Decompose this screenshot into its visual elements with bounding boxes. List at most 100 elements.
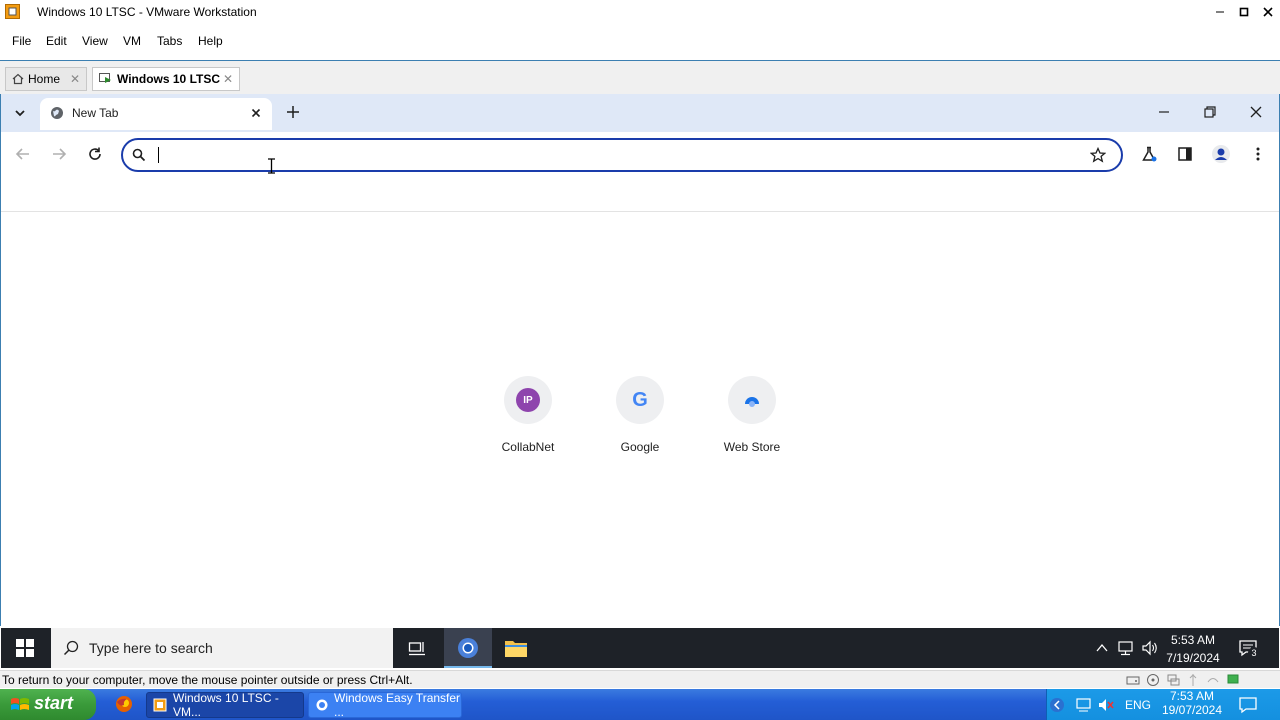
host-system-tray: ENG 7:53 AM 19/07/2024	[1046, 689, 1280, 720]
home-icon	[12, 73, 24, 85]
shortcut-collabnet[interactable]: IP CollabNet	[478, 376, 578, 466]
win10-date: 7/19/2024	[1166, 651, 1220, 665]
tab-home[interactable]: Home ✕	[5, 67, 87, 91]
shortcut-label: Web Store	[723, 440, 781, 454]
host-task-easy-transfer[interactable]: Windows Easy Transfer ...	[308, 691, 462, 719]
menu-view[interactable]: View	[82, 34, 108, 48]
minimize-button[interactable]	[1208, 0, 1232, 24]
profile-avatar-icon[interactable]	[1211, 144, 1231, 164]
menu-help[interactable]: Help	[198, 34, 223, 48]
win10-time: 5:53 AM	[1170, 633, 1216, 647]
bookmark-bar	[1, 178, 1279, 212]
usb-icon[interactable]	[1186, 673, 1200, 687]
host-date: 19/07/2024	[1161, 703, 1223, 717]
xp-start-button[interactable]: start	[0, 689, 96, 720]
reload-icon[interactable]	[87, 146, 103, 162]
host-task-vmware-label: Windows 10 LTSC - VM...	[173, 691, 279, 719]
volume-icon[interactable]	[1141, 640, 1159, 656]
action-center-icon[interactable]: 3	[1238, 639, 1260, 659]
tray-chevron-up-icon[interactable]	[1095, 641, 1109, 655]
task-view-icon[interactable]	[408, 639, 426, 657]
new-tab-plus-icon[interactable]	[285, 104, 301, 120]
collabnet-avatar-icon: IP	[516, 388, 540, 412]
host-network-icon[interactable]	[1075, 697, 1093, 713]
side-panel-icon[interactable]	[1177, 146, 1193, 162]
menu-vm[interactable]: VM	[123, 34, 141, 48]
bookmark-star-icon[interactable]	[1090, 147, 1106, 163]
firefox-icon[interactable]	[115, 695, 133, 713]
tab-vm-close-icon[interactable]: ✕	[223, 72, 233, 86]
host-task-easy-transfer-label: Windows Easy Transfer ...	[334, 691, 461, 719]
taskbar-chrome-button[interactable]	[444, 628, 492, 668]
vmware-logo-icon	[5, 4, 20, 19]
network-icon[interactable]	[1117, 640, 1135, 656]
collabnet-tile: IP	[504, 376, 552, 424]
window-title: Windows 10 LTSC - VMware Workstation	[37, 5, 257, 19]
language-indicator[interactable]: ENG	[1125, 698, 1151, 712]
chrome-close-icon[interactable]	[1248, 104, 1264, 120]
google-initial: G	[632, 388, 648, 411]
host-clock[interactable]: 7:53 AM 19/07/2024	[1157, 689, 1227, 717]
chrome-tab-close-icon[interactable]	[248, 105, 264, 121]
shortcut-web-store[interactable]: Web Store	[702, 376, 802, 466]
shortcut-label: Google	[620, 440, 660, 454]
chrome-menu-kebab-icon[interactable]	[1250, 146, 1266, 162]
host-notification-icon[interactable]	[1238, 696, 1258, 714]
vm-icon	[99, 73, 112, 85]
display-icon[interactable]	[1226, 673, 1240, 687]
sound-device-icon[interactable]	[1206, 673, 1220, 687]
hdd-icon[interactable]	[1126, 673, 1140, 687]
vmware-status-bar: To return to your computer, move the mou…	[0, 670, 1280, 688]
device-icons	[1126, 673, 1240, 687]
back-arrow-icon[interactable]	[15, 146, 31, 162]
menu-edit[interactable]: Edit	[46, 34, 67, 48]
google-tile: G	[616, 376, 664, 424]
windows-start-icon[interactable]	[16, 639, 34, 657]
cd-icon[interactable]	[1146, 673, 1160, 687]
easy-transfer-icon	[315, 698, 329, 712]
tab-home-close-icon[interactable]: ✕	[70, 72, 80, 86]
tray-collapse-icon[interactable]	[1049, 697, 1065, 713]
start-label: start	[34, 693, 74, 713]
chrome-tab-new-tab[interactable]: New Tab	[40, 98, 272, 130]
close-button[interactable]	[1256, 0, 1280, 24]
file-explorer-icon[interactable]	[504, 638, 528, 658]
host-volume-muted-icon[interactable]	[1097, 697, 1115, 713]
chrome-logo-icon	[457, 637, 479, 659]
maximize-button[interactable]	[1232, 0, 1256, 24]
tab-vm-label: Windows 10 LTSC	[117, 72, 221, 86]
vmware-menu-bar: File Edit View VM Tabs Help	[0, 28, 1280, 52]
tab-windows10-ltsc[interactable]: Windows 10 LTSC ✕	[92, 67, 240, 91]
network-adapter-icon[interactable]	[1166, 673, 1180, 687]
notification-count-badge: 3	[1248, 647, 1260, 659]
chrome-minimize-icon[interactable]	[1156, 104, 1172, 120]
status-message: To return to your computer, move the mou…	[2, 673, 413, 687]
web-store-tile	[728, 376, 776, 424]
host-task-vmware[interactable]: Windows 10 LTSC - VM...	[146, 691, 304, 719]
taskbar-search-placeholder: Type here to search	[89, 640, 213, 656]
menu-tabs[interactable]: Tabs	[157, 34, 182, 48]
tab-home-label: Home	[28, 72, 61, 86]
windows-flag-icon	[10, 696, 30, 714]
taskbar-search-icon	[63, 640, 79, 656]
shortcut-google[interactable]: G Google	[590, 376, 690, 466]
google-g-icon: G	[632, 389, 648, 412]
web-store-icon	[741, 389, 763, 411]
text-caret	[158, 147, 159, 163]
tab-search-chevron-icon[interactable]	[12, 105, 28, 121]
host-time: 7:53 AM	[1169, 689, 1215, 703]
omnibox-input[interactable]	[161, 144, 1081, 166]
menu-file[interactable]: File	[12, 34, 31, 48]
vmware-title-bar: Windows 10 LTSC - VMware Workstation	[0, 0, 1280, 24]
text-cursor-icon	[267, 158, 276, 174]
vmware-task-icon	[153, 698, 167, 712]
shortcut-label: CollabNet	[501, 440, 555, 454]
win10-clock[interactable]: 5:53 AM 7/19/2024	[1164, 631, 1222, 667]
chrome-tab-title: New Tab	[72, 106, 119, 120]
forward-arrow-icon[interactable]	[51, 146, 67, 162]
globe-icon	[50, 106, 64, 120]
labs-flask-icon[interactable]	[1141, 146, 1157, 162]
search-icon	[132, 148, 146, 162]
chrome-restore-icon[interactable]	[1202, 104, 1218, 120]
taskbar-search-box[interactable]: Type here to search	[51, 628, 393, 668]
